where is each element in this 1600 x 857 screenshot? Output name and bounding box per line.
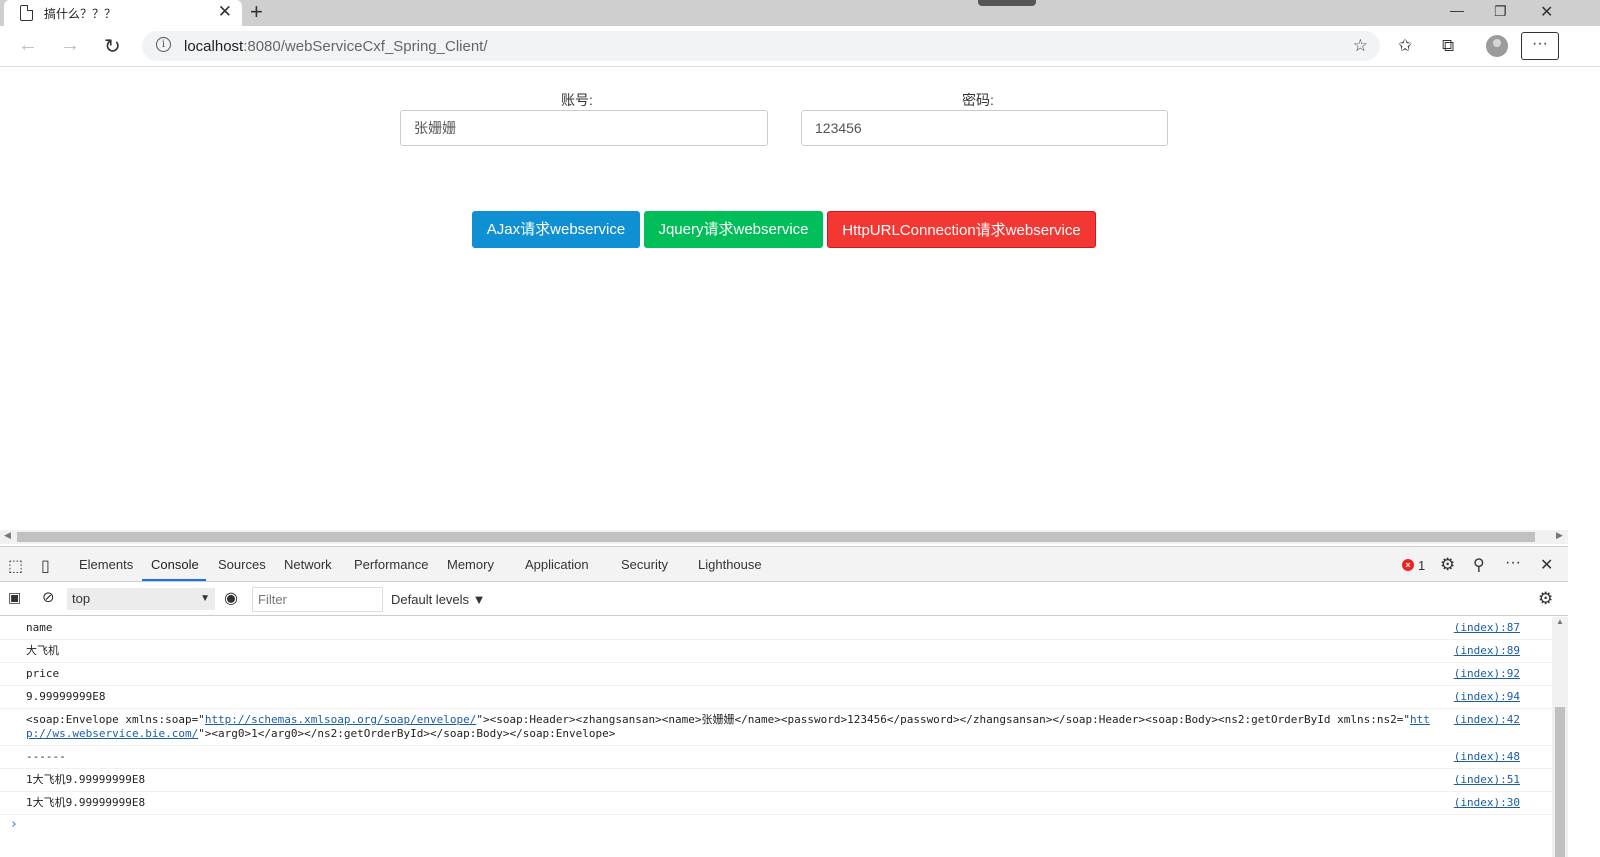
feedback-icon[interactable]: ⚲ — [1473, 555, 1485, 575]
console-message: ------ (index):48 — [0, 746, 1552, 769]
browser-titlebar: 搞什么？？？ ✕ + — ❐ ✕ — [0, 0, 1600, 26]
more-options-icon[interactable]: ··· — [1505, 554, 1521, 572]
browser-toolbar: ← → ↻ i localhost:8080/webServiceCxf_Spr… — [0, 26, 1600, 67]
error-count[interactable]: 1 — [1418, 558, 1425, 573]
source-link[interactable]: (index):42 — [1454, 713, 1520, 726]
settings-more-button[interactable]: ··· — [1521, 32, 1559, 60]
console-toolbar: ▣ ⊘ top ▼ ◉ Filter Default levels ▼ ⚙ — [0, 583, 1568, 616]
profile-avatar[interactable] — [1486, 35, 1508, 57]
console-prompt-row[interactable]: › — [0, 815, 1552, 836]
tab-application[interactable]: Application — [525, 557, 589, 572]
scrollbar-thumb[interactable] — [17, 532, 1535, 542]
password-label: 密码: — [962, 92, 994, 108]
source-link[interactable]: (index):30 — [1454, 796, 1520, 809]
tab-title: 搞什么？？？ — [44, 7, 117, 21]
restore-icon[interactable]: ❐ — [1494, 3, 1507, 20]
httpurlconnection-request-button[interactable]: HttpURLConnection请求webservice — [827, 211, 1096, 248]
close-devtools-icon[interactable]: ✕ — [1540, 555, 1553, 575]
forward-icon[interactable]: → — [60, 34, 80, 57]
source-link[interactable]: (index):51 — [1454, 773, 1520, 786]
source-link[interactable]: (index):87 — [1454, 621, 1520, 634]
context-value: top — [72, 591, 91, 606]
reload-icon[interactable]: ↻ — [104, 34, 121, 59]
tab-console[interactable]: Console — [151, 557, 199, 572]
filter-input[interactable]: Filter — [252, 587, 383, 612]
tab-performance[interactable]: Performance — [354, 557, 428, 572]
source-link[interactable]: (index):89 — [1454, 644, 1520, 657]
caret-down-icon: ▼ — [200, 593, 210, 604]
document-icon — [20, 5, 33, 21]
tab-lighthouse[interactable]: Lighthouse — [698, 557, 762, 572]
console-message: price (index):92 — [0, 663, 1552, 686]
tab-security[interactable]: Security — [621, 557, 668, 572]
scroll-up-icon[interactable]: ▲ — [1556, 617, 1564, 626]
minimize-icon[interactable]: — — [1450, 2, 1464, 18]
prompt-chevron-icon: › — [10, 817, 18, 832]
devtools-panel: ⬚ ▯ Elements Console Sources Network Per… — [0, 546, 1568, 857]
console-output: name (index):87 大飞机 (index):89 price (in… — [0, 617, 1552, 857]
console-settings-gear-icon[interactable]: ⚙ — [1538, 589, 1553, 609]
console-message: <soap:Envelope xmlns:soap="http://schema… — [0, 709, 1552, 746]
ajax-request-button[interactable]: AJax请求webservice — [472, 211, 640, 248]
tab-sources[interactable]: Sources — [218, 557, 266, 572]
clear-console-icon[interactable]: ⊘ — [42, 588, 55, 606]
close-tab-icon[interactable]: ✕ — [218, 2, 232, 22]
log-levels-dropdown[interactable]: Default levels ▼ — [391, 592, 486, 607]
console-scrollbar-thumb[interactable] — [1555, 707, 1565, 857]
source-link[interactable]: (index):94 — [1454, 690, 1520, 703]
console-message: name (index):87 — [0, 617, 1552, 640]
collections-icon[interactable]: ⧉ — [1442, 36, 1454, 56]
device-toolbar-icon[interactable]: ▯ — [41, 556, 50, 576]
url-text[interactable]: localhost:8080/webServiceCxf_Spring_Clie… — [184, 38, 488, 55]
sidebar-toggle-icon[interactable]: ▣ — [8, 589, 21, 606]
jquery-request-button[interactable]: Jquery请求webservice — [644, 211, 823, 248]
favorites-icon[interactable]: ✩ — [1398, 36, 1412, 56]
new-tab-button[interactable]: + — [250, 0, 263, 24]
source-link[interactable]: (index):48 — [1454, 750, 1520, 763]
tab-network[interactable]: Network — [284, 557, 332, 572]
console-message: 9.99999999E8 (index):94 — [0, 686, 1552, 709]
browser-tab[interactable]: 搞什么？？？ ✕ — [4, 0, 242, 26]
scroll-left-icon[interactable]: ◀ — [4, 530, 11, 541]
scroll-right-icon[interactable]: ▶ — [1556, 530, 1563, 541]
favorite-star-icon[interactable]: ☆ — [1353, 36, 1368, 56]
back-icon[interactable]: ← — [18, 34, 38, 57]
top-notch — [978, 0, 1036, 6]
account-label: 账号: — [561, 92, 593, 108]
info-icon[interactable]: i — [156, 37, 171, 52]
address-bar[interactable]: i localhost:8080/webServiceCxf_Spring_Cl… — [142, 31, 1380, 61]
active-tab-indicator — [142, 579, 206, 581]
inspect-element-icon[interactable]: ⬚ — [8, 556, 23, 576]
tab-memory[interactable]: Memory — [447, 557, 494, 572]
context-select[interactable]: top ▼ — [67, 588, 215, 610]
password-input[interactable]: 123456 — [801, 110, 1168, 146]
source-link[interactable]: (index):92 — [1454, 667, 1520, 680]
close-window-icon[interactable]: ✕ — [1540, 2, 1553, 22]
console-vertical-scrollbar[interactable]: ▲ — [1552, 617, 1568, 857]
tab-elements[interactable]: Elements — [79, 557, 133, 572]
horizontal-scrollbar[interactable]: ◀ ▶ — [0, 530, 1568, 544]
devtools-tabbar: ⬚ ▯ Elements Console Sources Network Per… — [0, 547, 1568, 582]
soap-envelope-message: <soap:Envelope xmlns:soap="http://schema… — [26, 713, 1430, 740]
gear-icon[interactable]: ⚙ — [1440, 555, 1455, 575]
console-message: 1大飞机9.99999999E8 (index):30 — [0, 792, 1552, 815]
account-input[interactable]: 张姗姗 — [400, 110, 768, 146]
eye-icon[interactable]: ◉ — [224, 588, 238, 608]
soap-namespace-link[interactable]: http://schemas.xmlsoap.org/soap/envelope… — [205, 713, 477, 726]
console-message: 大飞机 (index):89 — [0, 640, 1552, 663]
console-message: 1大飞机9.99999999E8 (index):51 — [0, 769, 1552, 792]
error-icon[interactable]: × — [1402, 559, 1414, 571]
